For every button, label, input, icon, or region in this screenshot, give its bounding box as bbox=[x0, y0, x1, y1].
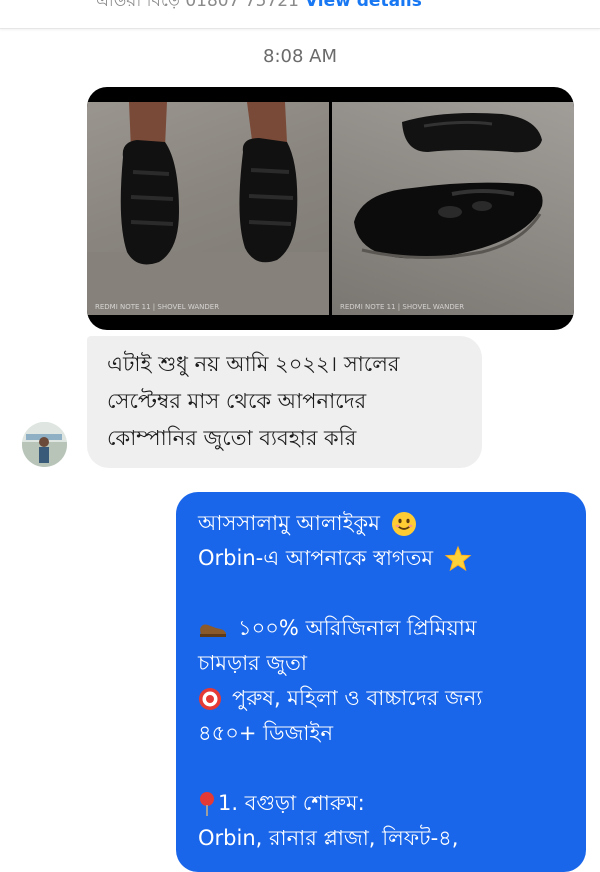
incoming-message-text: এটাই শুধু নয় আমি ২০২২। সালের সেপ্টেম্বর… bbox=[107, 352, 400, 450]
smiling-face-icon bbox=[391, 512, 416, 536]
photo-attachment-group[interactable]: REDMI NOTE 11 | SHOVEL WANDER REDMI NOTE… bbox=[87, 87, 574, 330]
pinned-message-text: এডিয়া বিড়ে 01807 75721 View details bbox=[96, 0, 422, 16]
message-line: আসসালামু আলাইকুম bbox=[198, 506, 572, 541]
message-line: 1. বগুড়া শোরুম: bbox=[198, 786, 572, 821]
round-pushpin-icon bbox=[200, 792, 214, 816]
message-line: Orbin-এ আপনাকে স্বাগতম bbox=[198, 541, 572, 576]
photo-watermark: REDMI NOTE 11 | SHOVEL WANDER bbox=[340, 303, 465, 311]
outgoing-message-bubble[interactable]: আসসালামু আলাইকুম Orbin-এ আপনাকে স্বাগতম … bbox=[176, 492, 586, 872]
message-line: পুরুষ, মহিলা ও বাচ্চাদের জন্য bbox=[198, 681, 572, 716]
shoe-photo-worn[interactable]: REDMI NOTE 11 | SHOVEL WANDER bbox=[87, 102, 329, 315]
message-line: ১০০% অরিজিনাল প্রিমিয়াম bbox=[198, 611, 572, 646]
message-line: ৪৫০+ ডিজাইন bbox=[198, 721, 333, 745]
sender-avatar[interactable] bbox=[22, 422, 67, 467]
photo-watermark: REDMI NOTE 11 | SHOVEL WANDER bbox=[95, 303, 220, 311]
mans-shoe-icon bbox=[200, 624, 226, 637]
pinned-message-banner[interactable]: এডিয়া বিড়ে 01807 75721 View details bbox=[0, 0, 600, 29]
incoming-message-bubble[interactable]: এটাই শুধু নয় আমি ২০২২। সালের সেপ্টেম্বর… bbox=[87, 336, 482, 468]
message-line: Orbin, রানার প্লাজা, লিফট-৪, bbox=[198, 826, 459, 850]
message-line: চামড়ার জুতা bbox=[198, 651, 308, 675]
view-details-link[interactable]: View details bbox=[305, 0, 422, 11]
shoe-photo-pair[interactable]: REDMI NOTE 11 | SHOVEL WANDER bbox=[332, 102, 574, 315]
direct-hit-icon bbox=[199, 688, 221, 710]
glowing-star-icon bbox=[444, 545, 472, 572]
message-timestamp: 8:08 AM bbox=[263, 46, 337, 67]
